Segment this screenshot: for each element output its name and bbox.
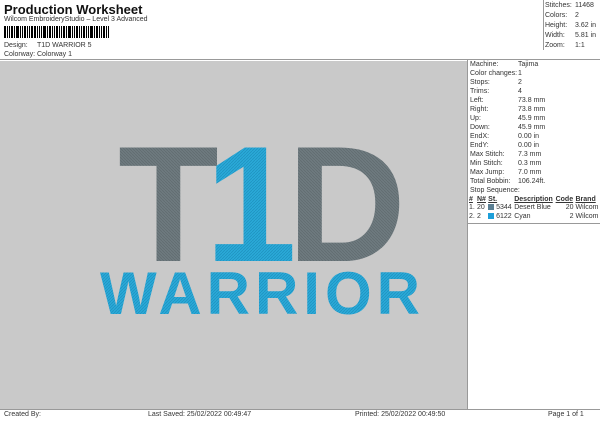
barcode-bar bbox=[43, 26, 46, 38]
machine-info-panel: Machine: Tajima Color changes: 1 Stops: 2 Trim… bbox=[468, 61, 600, 224]
barcode-bar bbox=[39, 26, 40, 38]
barcode-bar bbox=[66, 26, 67, 38]
page-title: Production Worksheet bbox=[4, 2, 143, 17]
stop-sequence-table: # N# St. Description Code Brand 1. 20 53… bbox=[468, 196, 600, 221]
barcode-bar bbox=[96, 26, 98, 38]
embroidery-artwork: T 1 D WARRIOR bbox=[100, 112, 425, 327]
color-swatch bbox=[488, 204, 495, 211]
header-divider bbox=[0, 59, 600, 60]
machine-info-row: Right: 73.8 mm bbox=[470, 106, 546, 113]
stat-stitches: Stitches: 11468 bbox=[545, 2, 594, 9]
barcode-bar bbox=[41, 26, 42, 38]
barcode-bar bbox=[7, 26, 8, 38]
barcode-bar bbox=[59, 26, 60, 38]
machine-info-row: Max Stitch: 7.3 mm bbox=[470, 151, 542, 158]
machine-info-row: Left: 73.8 mm bbox=[470, 97, 546, 104]
machine-info-row: Up: 45.9 mm bbox=[470, 115, 546, 122]
machine-info-row: Color changes: 1 bbox=[470, 70, 522, 77]
design-value: T1D WARRIOR 5 bbox=[37, 42, 92, 49]
barcode-bar bbox=[88, 26, 89, 38]
machine-info-row: Min Stitch: 0.3 mm bbox=[470, 160, 542, 167]
machine-info-row: Total Bobbin: 106.24ft. bbox=[470, 178, 546, 185]
col-needle: N# bbox=[477, 196, 486, 203]
stats-divider bbox=[543, 0, 544, 50]
barcode-bar bbox=[86, 26, 87, 38]
stat-zoom: Zoom: 1:1 bbox=[545, 42, 585, 49]
barcode-bar bbox=[106, 26, 107, 38]
stop-sequence-title: Stop Sequence: bbox=[470, 187, 520, 194]
col-index: # bbox=[469, 196, 473, 203]
barcode-bar bbox=[103, 26, 105, 38]
barcode-bar bbox=[52, 26, 53, 38]
barcode-bar bbox=[14, 26, 15, 38]
stat-colors: Colors: 2 bbox=[545, 12, 579, 19]
barcode-bar bbox=[74, 26, 75, 38]
barcode-bar bbox=[72, 26, 73, 38]
barcode-bar bbox=[90, 26, 93, 38]
barcode-bar bbox=[11, 26, 13, 38]
barcode-bar bbox=[81, 26, 82, 38]
barcode-bar bbox=[24, 26, 26, 38]
machine-info-row: EndY: 0.00 in bbox=[470, 142, 540, 149]
barcode-bar bbox=[56, 26, 58, 38]
warrior-text: WARRIOR bbox=[100, 260, 425, 327]
table-row[interactable]: 2. 2 6122 Cyan 2 Wilcom bbox=[468, 212, 600, 221]
barcode bbox=[4, 26, 126, 38]
barcode-bar bbox=[31, 26, 33, 38]
color-swatch bbox=[488, 213, 495, 220]
page-number: Page 1 of 1 bbox=[548, 411, 584, 418]
barcode-bar bbox=[68, 26, 71, 38]
col-stitches: St. bbox=[488, 196, 498, 203]
barcode-bar bbox=[27, 26, 28, 38]
barcode-bar bbox=[94, 26, 95, 38]
machine-info-row: Machine: Tajima bbox=[470, 61, 539, 68]
stat-width: Width: 5.81 in bbox=[545, 32, 597, 39]
machine-info-row: Max Jump: 7.0 mm bbox=[470, 169, 542, 176]
barcode-bar bbox=[4, 26, 6, 38]
barcode-bar bbox=[22, 26, 23, 38]
machine-info-row: Down: 45.9 mm bbox=[470, 124, 546, 131]
col-brand: Brand bbox=[575, 196, 596, 203]
col-code: Code bbox=[555, 196, 574, 203]
barcode-bar bbox=[83, 26, 85, 38]
barcode-bar bbox=[20, 26, 21, 38]
barcode-bar bbox=[9, 26, 10, 38]
software-name: Wilcom EmbroideryStudio – Level 3 Advanc… bbox=[4, 16, 148, 23]
stats-panel: Stitches: 11468 Colors: 2 Height: 3.62 in W… bbox=[545, 2, 599, 52]
last-saved: Last Saved: 25/02/2022 00:49:47 bbox=[148, 411, 252, 418]
barcode-bar bbox=[63, 26, 65, 38]
table-divider bbox=[468, 223, 600, 224]
machine-info-row: Stops: 2 bbox=[470, 79, 522, 86]
stat-height: Height: 3.62 in bbox=[545, 22, 597, 29]
design-preview[interactable]: T 1 D WARRIOR bbox=[0, 61, 467, 409]
barcode-bar bbox=[108, 26, 109, 38]
footer-divider bbox=[0, 409, 600, 410]
barcode-bar bbox=[16, 26, 19, 38]
barcode-bar bbox=[37, 26, 38, 38]
barcode-bar bbox=[49, 26, 51, 38]
barcode-bar bbox=[76, 26, 78, 38]
colorway-label: Colorway: bbox=[4, 51, 36, 58]
table-row[interactable]: 1. 20 5344 Desert Blue 20 Wilcom bbox=[468, 203, 600, 212]
barcode-bar bbox=[61, 26, 62, 38]
machine-info-row: Trims: 4 bbox=[470, 88, 522, 95]
design-label: Design: bbox=[4, 42, 28, 49]
barcode-bar bbox=[79, 26, 80, 38]
printed-date: Printed: 25/02/2022 00:49:50 bbox=[355, 411, 446, 418]
created-by: Created By: bbox=[4, 411, 41, 418]
barcode-bar bbox=[54, 26, 55, 38]
colorway-value: Colorway 1 bbox=[37, 51, 73, 58]
barcode-bar bbox=[47, 26, 48, 38]
barcode-bar bbox=[99, 26, 100, 38]
barcode-bar bbox=[34, 26, 36, 38]
barcode-bar bbox=[29, 26, 30, 38]
barcode-bar bbox=[101, 26, 102, 38]
machine-info-row: EndX: 0.00 in bbox=[470, 133, 540, 140]
col-description: Description bbox=[514, 196, 553, 203]
stop-table-header: # N# St. Description Code Brand bbox=[468, 196, 600, 203]
